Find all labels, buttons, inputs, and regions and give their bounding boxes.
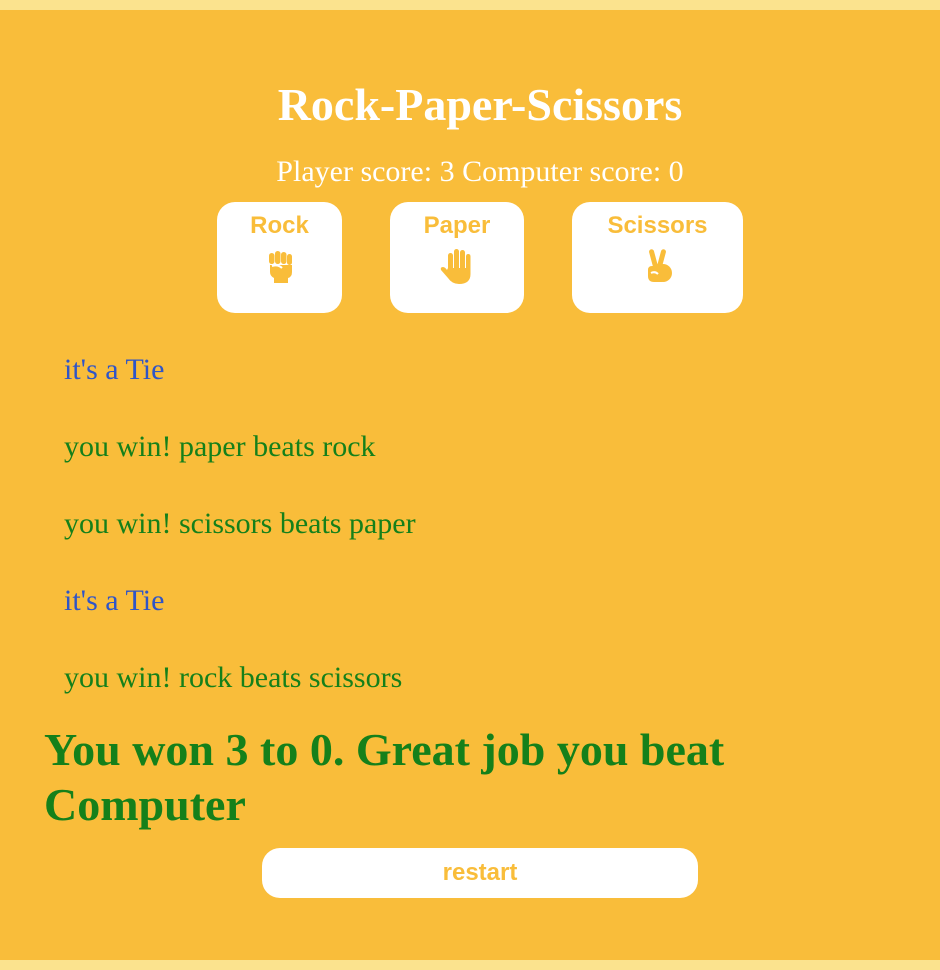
raised-hand-icon [440,249,471,284]
rock-button[interactable]: Rock [217,202,342,313]
game-panel: Rock-Paper-Scissors Player score: 3 Comp… [0,10,940,960]
fist-icon [268,251,292,283]
paper-button-label: Paper [423,212,491,239]
final-result-message: You won 3 to 0. Great job you beat Compu… [44,724,725,830]
paper-button[interactable]: Paper [390,202,524,313]
result-line: you win! scissors beats paper [64,507,416,540]
restart-button[interactable]: restart [262,848,698,898]
score-display: Player score: 3 Computer score: 0 [276,155,684,188]
rock-button-label: Rock [250,212,309,239]
result-line: you win! paper beats rock [64,430,376,463]
scissors-button[interactable]: Scissors [572,202,743,313]
result-line: it's a Tie [64,584,165,617]
victory-hand-icon [647,249,672,282]
result-line: it's a Tie [64,353,165,386]
scissors-button-label: Scissors [607,212,708,239]
results-list: it's a Tie you win! paper beats rock you… [64,352,416,737]
page-title: Rock-Paper-Scissors [277,79,683,130]
